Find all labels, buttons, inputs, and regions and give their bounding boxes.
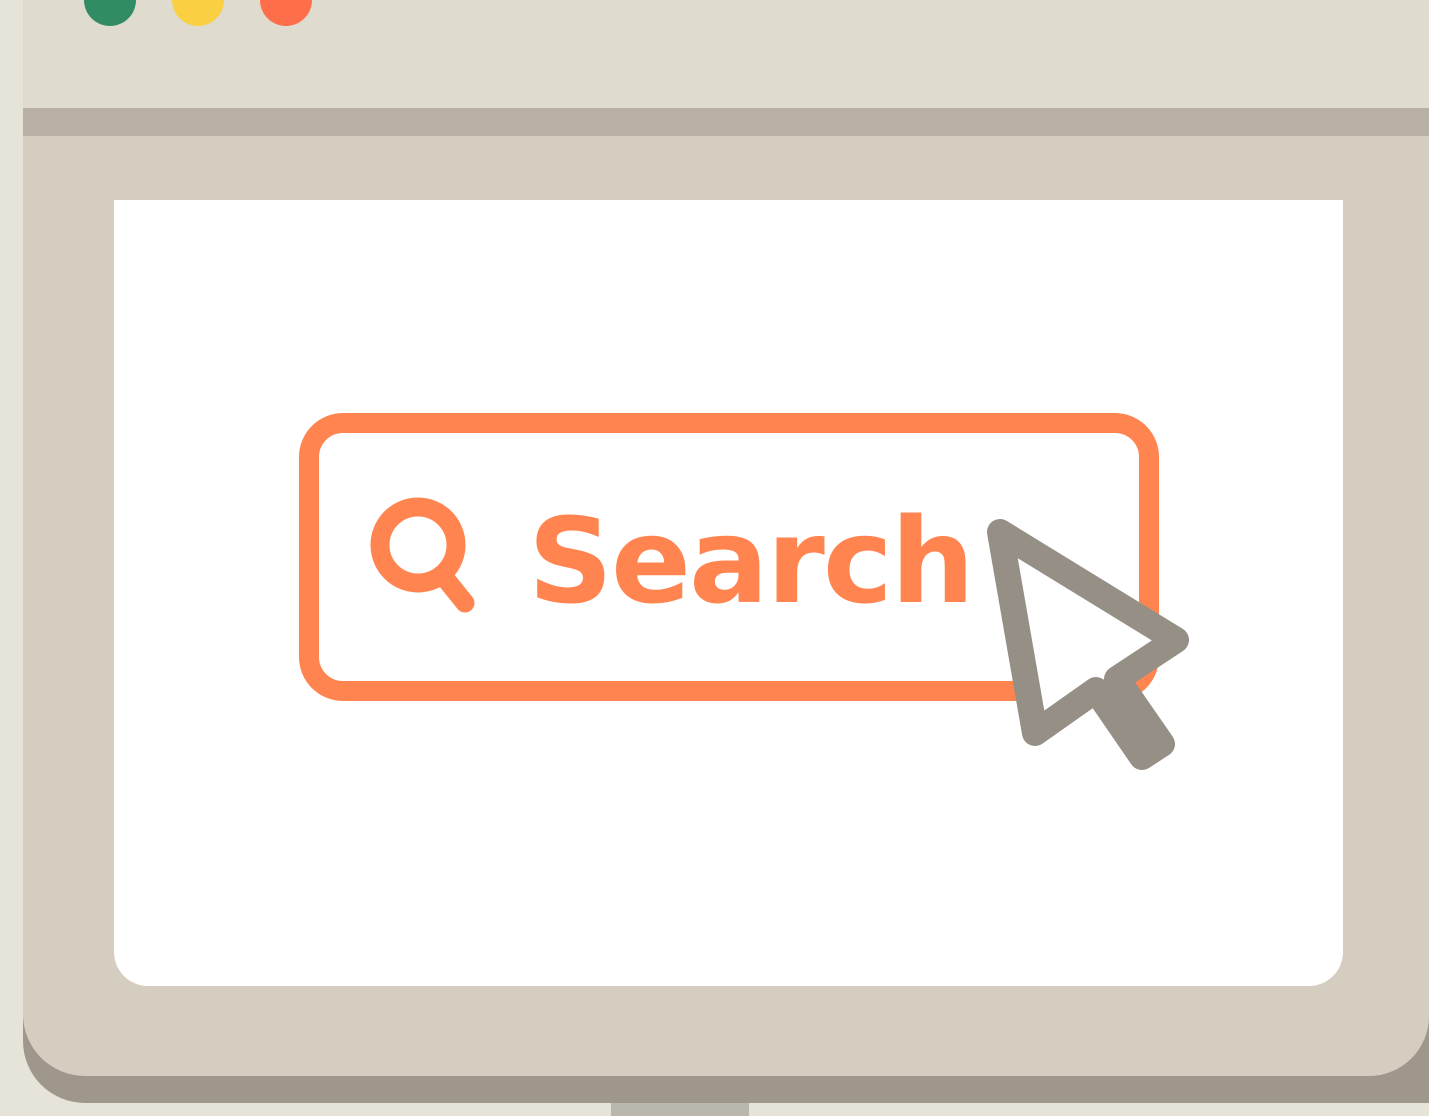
cursor-arrow-icon: [987, 519, 1189, 770]
close-window-button[interactable]: [84, 0, 136, 26]
zoom-window-button[interactable]: [260, 0, 312, 26]
search-label: Search: [528, 492, 975, 630]
magnifier-icon: [370, 497, 475, 613]
minimize-window-button[interactable]: [172, 0, 224, 26]
title-bar-divider: [23, 108, 1429, 136]
title-bar: [23, 0, 1429, 108]
